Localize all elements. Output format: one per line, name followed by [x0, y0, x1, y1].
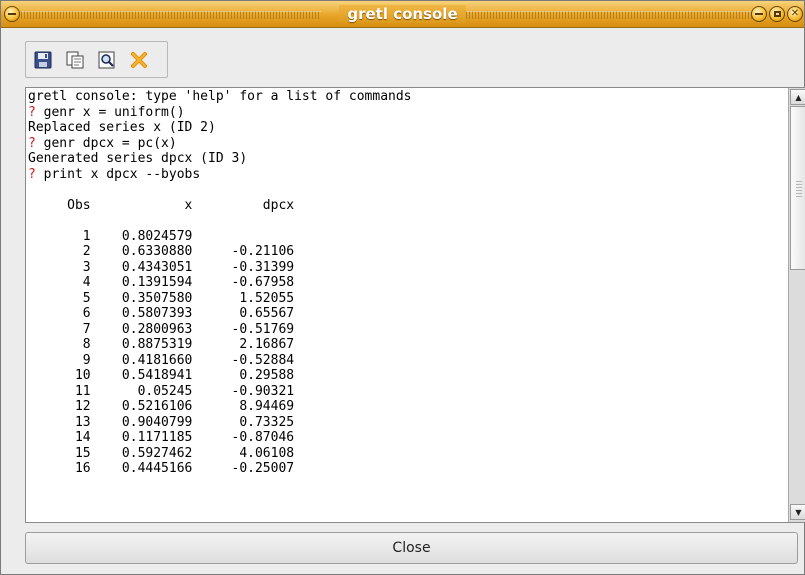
find-button[interactable]: [94, 47, 120, 73]
console-line: Obs x dpcx: [28, 198, 788, 214]
console-line: 1 0.8024579: [28, 229, 788, 245]
vertical-scrollbar[interactable]: ▲ ▼: [788, 88, 805, 522]
console-line: 5 0.3507580 1.52055: [28, 291, 788, 307]
console-line-text: Replaced series x (ID 2): [28, 120, 216, 135]
title-bar[interactable]: gretl console ✕: [1, 1, 804, 28]
save-button[interactable]: [30, 47, 56, 73]
maximize-icon[interactable]: [769, 6, 785, 22]
console-line: 11 0.05245 -0.90321: [28, 384, 788, 400]
console-line: 9 0.4181660 -0.52884: [28, 353, 788, 369]
console-line: 3 0.4343051 -0.31399: [28, 260, 788, 276]
prompt-marker: ?: [28, 104, 44, 120]
close-toolbar-button[interactable]: [126, 47, 152, 73]
copy-button[interactable]: [62, 47, 88, 73]
console-line-text: 11 0.05245 -0.90321: [28, 383, 295, 399]
console-line-text: 15 0.5927462 4.06108: [28, 445, 295, 461]
close-x-icon: [131, 51, 147, 68]
close-window-icon[interactable]: ✕: [787, 6, 803, 22]
console-line: ? genr dpcx = pc(x): [28, 136, 788, 152]
console-line-text: Generated series dpcx (ID 3): [28, 151, 248, 166]
console-line-text: 14 0.1171185 -0.87046: [28, 430, 295, 445]
console-line-text: 10 0.5418941 0.29588: [28, 368, 295, 383]
console-line: 6 0.5807393 0.65567: [28, 306, 788, 322]
prompt-marker: ?: [28, 135, 44, 151]
console-line: 16 0.4445166 -0.25007: [28, 461, 788, 477]
console-window: gretl console ✕ gretl console: type 'hel…: [0, 0, 805, 575]
console-line-text: genr dpcx = pc(x): [43, 135, 177, 151]
console-line-text: 4 0.1391594 -0.67958: [28, 275, 295, 290]
console-output[interactable]: gretl console: type 'help' for a list of…: [26, 88, 788, 522]
toolbar: [25, 41, 168, 78]
console-line-text: 8 0.8875319 2.16867: [28, 337, 295, 352]
console-line: 15 0.5927462 4.06108: [28, 446, 788, 462]
console-frame: gretl console: type 'help' for a list of…: [25, 87, 805, 523]
minimize-icon[interactable]: [751, 6, 767, 22]
console-line: Replaced series x (ID 2): [28, 120, 788, 136]
console-line-text: 7 0.2800963 -0.51769: [28, 321, 295, 337]
scroll-down-icon[interactable]: ▼: [790, 504, 805, 520]
console-line: ? print x dpcx --byobs: [28, 167, 788, 183]
console-line-text: 16 0.4445166 -0.25007: [28, 461, 295, 476]
console-line-text: Obs x dpcx: [28, 197, 295, 213]
console-line: Generated series dpcx (ID 3): [28, 151, 788, 167]
console-line: 12 0.5216106 8.94469: [28, 399, 788, 415]
console-line-text: gretl console: type 'help' for a list of…: [28, 89, 412, 104]
scroll-up-icon[interactable]: ▲: [790, 89, 805, 105]
console-line: 2 0.6330880 -0.21106: [28, 244, 788, 260]
console-line: gretl console: type 'help' for a list of…: [28, 89, 788, 105]
scroll-grip-icon: [796, 181, 802, 197]
console-line: 4 0.1391594 -0.67958: [28, 275, 788, 291]
console-line: 14 0.1171185 -0.87046: [28, 430, 788, 446]
console-line-text: 2 0.6330880 -0.21106: [28, 244, 295, 259]
close-button[interactable]: Close: [25, 532, 798, 564]
console-line-text: 5 0.3507580 1.52055: [28, 290, 295, 306]
console-line-text: 1 0.8024579: [28, 228, 193, 244]
console-line: 10 0.5418941 0.29588: [28, 368, 788, 384]
scroll-thumb[interactable]: [790, 106, 805, 270]
console-line-text: genr x = uniform(): [43, 104, 185, 120]
console-line-text: 9 0.4181660 -0.52884: [28, 352, 295, 368]
console-line-text: 6 0.5807393 0.65567: [28, 306, 295, 321]
console-line-text: 3 0.4343051 -0.31399: [28, 259, 295, 275]
copy-icon: [66, 51, 84, 68]
find-icon: [98, 51, 115, 68]
console-line: ? genr x = uniform(): [28, 105, 788, 121]
save-icon: [34, 51, 52, 68]
console-line: 8 0.8875319 2.16867: [28, 337, 788, 353]
console-line-text: 12 0.5216106 8.94469: [28, 399, 295, 414]
console-line: 13 0.9040799 0.73325: [28, 415, 788, 431]
console-line-text: print x dpcx --byobs: [43, 166, 201, 182]
prompt-marker: ?: [28, 166, 44, 182]
console-line: 7 0.2800963 -0.51769: [28, 322, 788, 338]
window-title: gretl console: [1, 5, 804, 23]
console-line-text: 13 0.9040799 0.73325: [28, 414, 295, 430]
